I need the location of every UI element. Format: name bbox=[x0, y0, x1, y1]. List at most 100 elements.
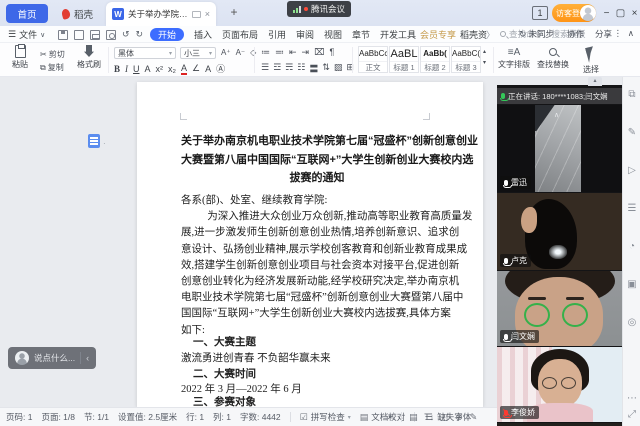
tab-home[interactable]: 首页 bbox=[6, 4, 48, 23]
copy-button[interactable]: ⧉ 复制 bbox=[40, 62, 64, 73]
collapse-chat-icon[interactable]: ‹ bbox=[86, 353, 89, 363]
text-typeset-button[interactable]: ≡A 文字排版 bbox=[497, 46, 531, 70]
styles-scroll-down[interactable]: ▾ bbox=[483, 59, 486, 66]
word-count[interactable]: 字数: 4442 bbox=[240, 411, 281, 423]
tab-insert[interactable]: 插入 bbox=[194, 28, 212, 41]
paste-button[interactable]: 粘贴 bbox=[6, 45, 34, 70]
tab-docer-res[interactable]: 稻壳资 bbox=[460, 28, 487, 41]
print-icon[interactable] bbox=[90, 30, 100, 40]
tab-view[interactable]: 视图 bbox=[324, 28, 342, 41]
increase-indent-icon[interactable]: ⇥ bbox=[302, 47, 310, 58]
align-center-icon[interactable]: ☲ bbox=[273, 62, 281, 75]
minimize-button[interactable]: − bbox=[600, 6, 613, 20]
font-color-button[interactable]: A bbox=[181, 63, 187, 75]
more-tabs-chevron[interactable]: 〉 bbox=[486, 28, 495, 41]
document-page[interactable]: 关于举办南京机电职业技术学院第七届“冠盛杯”创新创意创业 大赛暨第八届中国国际“… bbox=[137, 82, 483, 407]
spell-check-button[interactable]: 拼写检查 bbox=[311, 411, 345, 423]
close-tab-icon[interactable]: × bbox=[205, 9, 210, 19]
history-icon[interactable]: ◔ bbox=[623, 241, 640, 252]
tab-dev-tools[interactable]: 开发工具 bbox=[380, 28, 416, 41]
comment-chat-pill[interactable]: 说点什么... ‹ bbox=[8, 347, 96, 369]
export-icon[interactable] bbox=[74, 30, 84, 40]
align-left-icon[interactable]: ☰ bbox=[261, 62, 269, 75]
distribute-icon[interactable]: 〓 bbox=[309, 62, 318, 75]
tab-member[interactable]: 会员专享 bbox=[420, 28, 456, 41]
format-painter-button[interactable]: 格式刷 bbox=[74, 45, 104, 70]
location-icon[interactable]: ◎ bbox=[623, 317, 640, 328]
image-icon[interactable]: ▣ bbox=[623, 279, 640, 290]
collapse-ribbon-icon[interactable]: ∧ bbox=[628, 28, 634, 39]
outline-view-icon[interactable]: ☰ bbox=[425, 412, 433, 423]
style-heading2[interactable]: AaBb( 标题 2 bbox=[420, 46, 450, 73]
window-count-badge[interactable]: 1 bbox=[532, 6, 548, 20]
video-tile[interactable]: 闫文娴 bbox=[497, 271, 622, 346]
italic-button[interactable]: I bbox=[125, 64, 128, 74]
collab-button[interactable]: 协作 bbox=[567, 28, 584, 40]
redo-icon[interactable]: ↻ bbox=[136, 29, 144, 40]
close-button[interactable]: × bbox=[628, 6, 640, 20]
font-size-select[interactable]: 小三 ▾ bbox=[180, 47, 216, 59]
clear-icon[interactable]: ⌧ bbox=[314, 47, 324, 58]
guest-login-button[interactable]: 访客登录 bbox=[552, 4, 596, 22]
multi-page-view-icon[interactable]: ◫ bbox=[440, 412, 449, 423]
page-view-icon[interactable]: ▤ bbox=[409, 412, 418, 423]
sync-status[interactable]: ↻ 未同步 bbox=[519, 28, 554, 40]
pen-icon[interactable]: ✎ bbox=[623, 127, 640, 138]
settings-sliders-icon[interactable]: ☰ bbox=[623, 203, 640, 214]
decrease-indent-icon[interactable]: ⇤ bbox=[289, 47, 297, 58]
video-tile[interactable]: ∧ 雷迅 bbox=[497, 105, 622, 192]
justify-icon[interactable]: ☷ bbox=[297, 62, 305, 75]
tab-references[interactable]: 引用 bbox=[268, 28, 286, 41]
subscript-button[interactable]: x₂ bbox=[168, 64, 176, 74]
web-view-icon[interactable]: ⊕ bbox=[455, 412, 463, 423]
restore-button[interactable]: ▢ bbox=[614, 6, 627, 20]
tab-review[interactable]: 审阅 bbox=[296, 28, 314, 41]
bold-button[interactable]: B bbox=[114, 64, 120, 74]
shapes-icon[interactable]: ⧉ bbox=[623, 89, 640, 100]
char-border-button[interactable]: A bbox=[145, 64, 151, 74]
undo-icon[interactable]: ↺ bbox=[122, 29, 130, 40]
select-button[interactable]: 选择 bbox=[574, 46, 608, 75]
enclose-char-button[interactable]: Ⓐ bbox=[216, 62, 225, 75]
ink-view-icon[interactable]: ✎ bbox=[470, 412, 478, 423]
select-cursor-icon[interactable]: ▷ bbox=[623, 165, 640, 176]
styles-scroll-up[interactable]: ▴ bbox=[483, 48, 486, 55]
find-replace-button[interactable]: 查找替换 bbox=[536, 46, 570, 70]
video-tile[interactable]: 李俊娇 bbox=[497, 347, 622, 422]
video-tile[interactable]: 卢克 bbox=[497, 193, 622, 270]
font-name-select[interactable]: 黑体 ▾ bbox=[114, 47, 176, 59]
shading-icon[interactable]: ▨ bbox=[334, 62, 343, 75]
tab-docer[interactable]: 稻壳 bbox=[54, 4, 101, 23]
fullscreen-icon[interactable]: ⤢ bbox=[623, 409, 640, 420]
shrink-font-button[interactable]: A⁻ bbox=[236, 48, 246, 57]
share-button[interactable]: 分享 bbox=[595, 28, 612, 40]
align-right-icon[interactable]: ☴ bbox=[285, 62, 293, 75]
underline-button[interactable]: U bbox=[133, 64, 140, 74]
numbering-icon[interactable]: ≕ bbox=[275, 47, 284, 58]
tab-page-layout[interactable]: 页面布局 bbox=[222, 28, 258, 41]
new-tab-button[interactable]: + bbox=[226, 5, 242, 19]
more-ellipsis-icon[interactable]: ⋯ bbox=[623, 393, 640, 404]
style-heading3[interactable]: AaBbC( 标题 3 bbox=[451, 46, 481, 73]
bullets-icon[interactable]: ≔ bbox=[261, 47, 270, 58]
divider bbox=[290, 412, 291, 422]
superscript-button[interactable]: x² bbox=[156, 64, 164, 74]
line-spacing-icon[interactable]: ⇅ bbox=[322, 62, 330, 75]
style-normal[interactable]: AaBbCcDd 正文 bbox=[358, 46, 388, 73]
save-icon[interactable] bbox=[58, 30, 68, 40]
print-preview-icon[interactable] bbox=[106, 30, 116, 40]
grow-font-button[interactable]: A⁺ bbox=[221, 48, 231, 57]
tab-home-ribbon[interactable]: 开始 bbox=[150, 28, 184, 41]
tab-document[interactable]: W 关于举办学院...业大赛的通知 × bbox=[106, 2, 216, 26]
char-shading-button[interactable]: A bbox=[205, 64, 211, 74]
more-dots-icon[interactable]: ⋮ bbox=[614, 28, 623, 39]
file-menu[interactable]: ☰ 文件 ∨ bbox=[8, 28, 45, 41]
tab-section[interactable]: 章节 bbox=[352, 28, 370, 41]
meeting-collapse-tab[interactable]: ▴ bbox=[588, 77, 602, 86]
show-marks-icon[interactable]: ¶ bbox=[329, 47, 334, 58]
outline-nav-icon[interactable] bbox=[88, 134, 100, 148]
highlight-button[interactable]: ∠ bbox=[192, 63, 200, 74]
style-heading1[interactable]: AaBL 标题 1 bbox=[389, 46, 419, 73]
cut-button[interactable]: ✂ 剪切 bbox=[40, 49, 65, 60]
eye-protect-icon[interactable]: ☀ bbox=[386, 412, 394, 423]
